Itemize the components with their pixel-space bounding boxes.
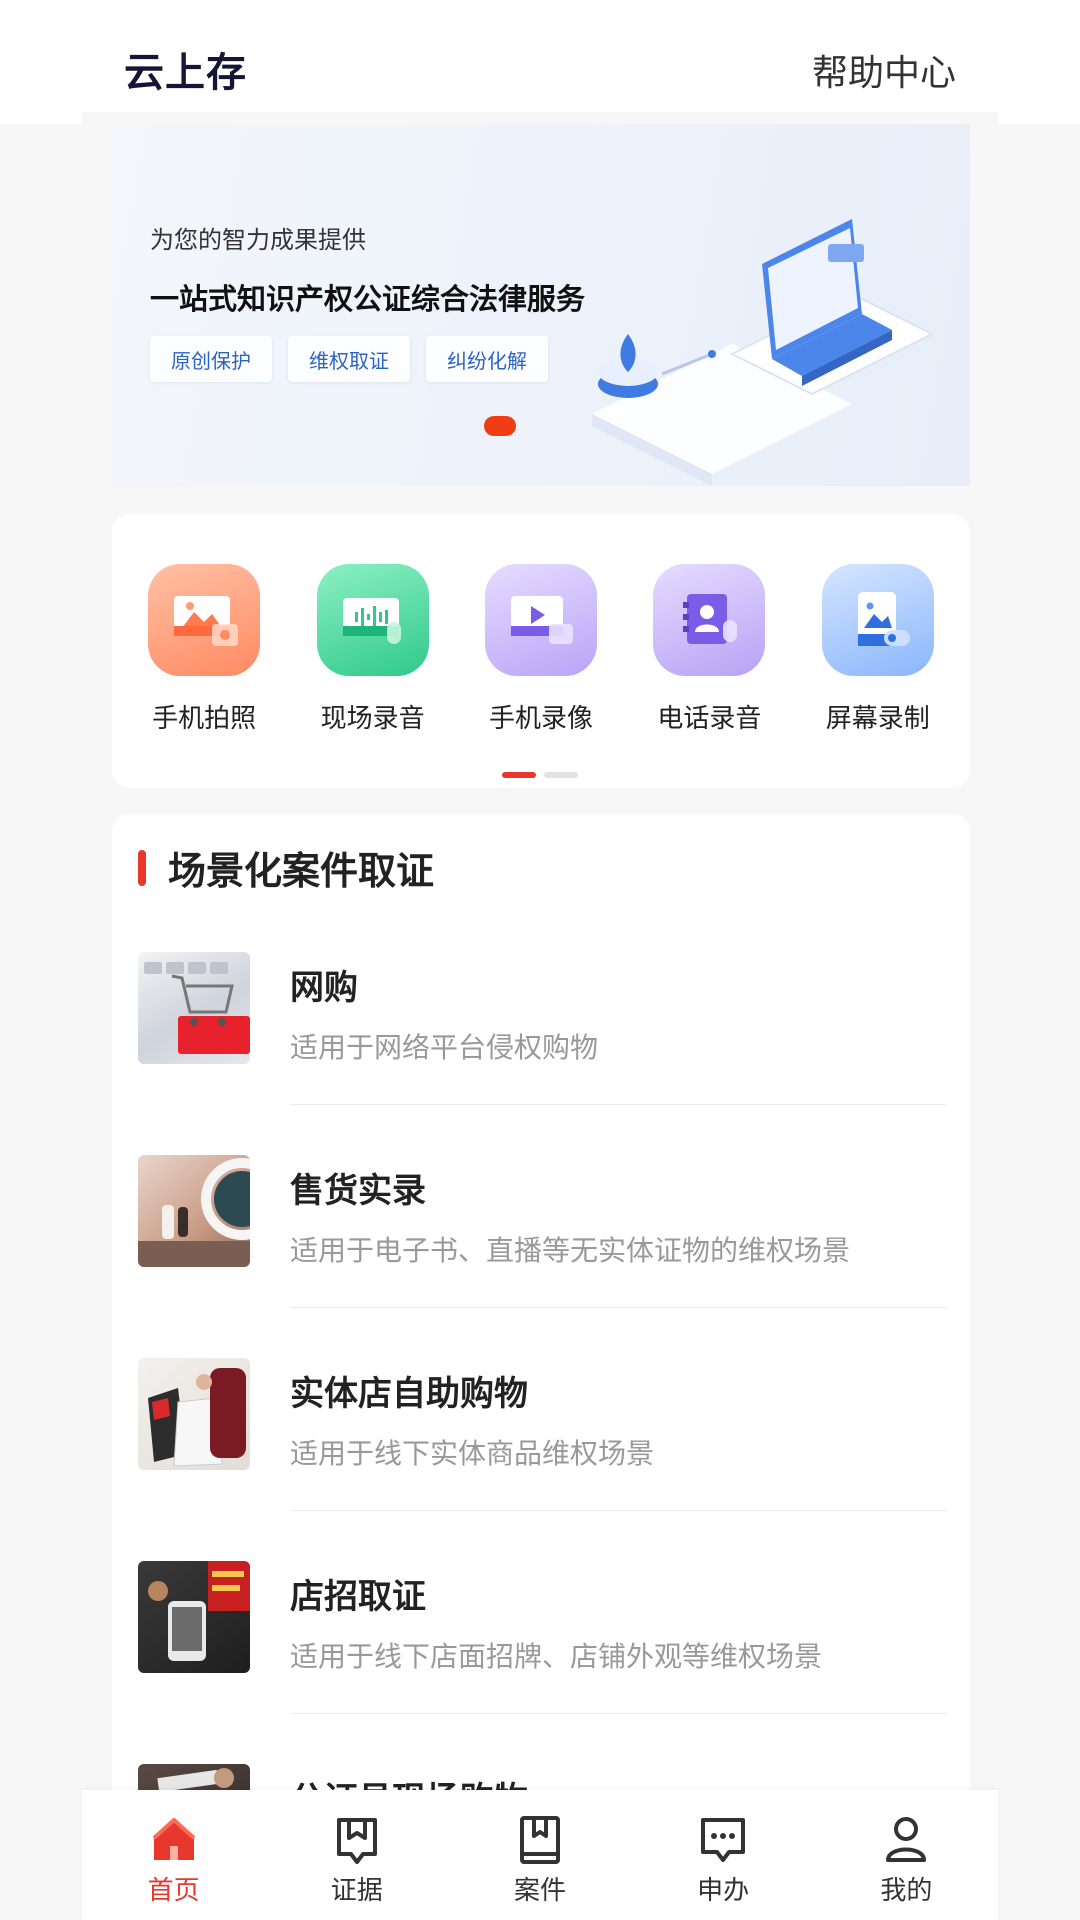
scenario-title: 店招取证 — [290, 1577, 426, 1617]
banner-tag-rights-evidence[interactable]: 维权取证 — [288, 336, 410, 382]
shortcut-phone-call-record[interactable]: 电话录音 — [634, 564, 784, 735]
screen-record-icon — [821, 564, 934, 676]
scenario-list: 网购 适用于网络平台侵权购物 售货实录 适用于电子书、直播等无实体证物的维权场景 — [112, 938, 970, 1814]
shortcut-card: 手机拍照 现场录音 手机录像 电话录音 屏幕录制 — [112, 514, 970, 788]
scenario-item-store-self-shopping[interactable]: 实体店自助购物 适用于线下实体商品维权场景 — [112, 1344, 970, 1547]
shopping-bags-thumbnail — [138, 1358, 250, 1470]
divider — [290, 1104, 946, 1105]
shortcut-pager — [502, 772, 578, 778]
audio-record-icon — [316, 564, 429, 676]
nav-cases[interactable]: 案件 — [480, 1790, 600, 1920]
shortcut-label: 屏幕录制 — [825, 704, 930, 734]
shopping-cart-thumbnail — [138, 952, 250, 1064]
nav-label: 申办 — [697, 1876, 750, 1906]
help-center-link[interactable]: 帮助中心 — [812, 44, 956, 96]
scenario-desc: 适用于网络平台侵权购物 — [290, 1031, 599, 1064]
banner-title: 一站式知识产权公证综合法律服务 — [150, 282, 586, 316]
banner-tags: 原创保护 维权取证 纠纷化解 — [150, 336, 548, 382]
divider — [290, 1307, 946, 1308]
case-icon — [519, 1816, 560, 1864]
home-icon — [152, 1818, 195, 1860]
nav-evidence[interactable]: 证据 — [297, 1790, 417, 1920]
scenario-item-online-shopping[interactable]: 网购 适用于网络平台侵权购物 — [112, 938, 970, 1141]
storefront-thumbnail — [138, 1561, 250, 1673]
shortcut-label: 手机录像 — [488, 704, 593, 734]
phone-record-icon — [653, 564, 766, 676]
shortcut-label: 电话录音 — [657, 704, 762, 734]
section-header: 场景化案件取证 — [138, 840, 434, 895]
camera-photo-icon — [148, 564, 261, 676]
section-title: 场景化案件取证 — [168, 849, 435, 893]
nav-label: 证据 — [330, 1876, 383, 1906]
video-record-icon — [484, 564, 597, 676]
scenario-title: 售货实录 — [290, 1171, 426, 1211]
nav-label: 首页 — [147, 1876, 200, 1906]
section-accent-bar — [138, 849, 146, 886]
banner-pager-dot — [484, 416, 516, 436]
top-header: 云上存 帮助中心 — [0, 0, 1080, 124]
shortcut-phone-video[interactable]: 手机录像 — [466, 564, 616, 735]
scenario-title: 实体店自助购物 — [290, 1374, 528, 1414]
nav-home[interactable]: 首页 — [114, 1790, 234, 1920]
shortcut-screen-record[interactable]: 屏幕录制 — [803, 564, 953, 735]
profile-icon — [886, 1817, 927, 1862]
bottom-nav: 首页 证据 案件 申办 我的 — [82, 1790, 998, 1920]
pager-dot — [544, 772, 578, 778]
promo-banner[interactable]: 为您的智力成果提供 一站式知识产权公证综合法律服务 原创保护 维权取证 纠纷化解 — [112, 124, 970, 486]
nav-label: 我的 — [880, 1876, 933, 1906]
divider — [290, 1713, 946, 1714]
evidence-icon — [336, 1818, 377, 1864]
scenario-item-sales-record[interactable]: 售货实录 适用于电子书、直播等无实体证物的维权场景 — [112, 1141, 970, 1344]
scenario-desc: 适用于电子书、直播等无实体证物的维权场景 — [290, 1234, 851, 1267]
shortcut-onsite-audio[interactable]: 现场录音 — [298, 564, 448, 735]
banner-tag-dispute-resolution[interactable]: 纠纷化解 — [426, 336, 548, 382]
apply-icon — [701, 1818, 746, 1862]
shortcut-phone-photo[interactable]: 手机拍照 — [129, 564, 279, 735]
scenario-desc: 适用于线下实体商品维权场景 — [290, 1437, 655, 1470]
shortcut-grid: 手机拍照 现场录音 手机录像 电话录音 屏幕录制 — [112, 564, 970, 735]
scenario-title: 网购 — [290, 968, 358, 1008]
banner-illustration — [592, 219, 935, 486]
divider — [290, 1510, 946, 1511]
banner-tag-original-protection[interactable]: 原创保护 — [150, 336, 272, 382]
shortcut-label: 现场录音 — [320, 704, 425, 734]
pager-dot-active — [502, 772, 536, 778]
scenario-desc: 适用于线下店面招牌、店铺外观等维权场景 — [290, 1640, 823, 1673]
nav-apply[interactable]: 申办 — [663, 1790, 783, 1920]
scenario-card: 场景化案件取证 网购 适用于网络平台侵权购物 售货实录 适用于电子书、直播等无实… — [112, 814, 970, 1814]
nav-label: 案件 — [513, 1876, 566, 1906]
shortcut-label: 手机拍照 — [152, 704, 257, 734]
livestream-thumbnail — [138, 1155, 250, 1267]
scenario-item-storefront-sign[interactable]: 店招取证 适用于线下店面招牌、店铺外观等维权场景 — [112, 1547, 970, 1750]
app-title: 云上存 — [124, 50, 247, 96]
banner-subtitle: 为您的智力成果提供 — [150, 226, 366, 254]
nav-profile[interactable]: 我的 — [846, 1790, 966, 1920]
